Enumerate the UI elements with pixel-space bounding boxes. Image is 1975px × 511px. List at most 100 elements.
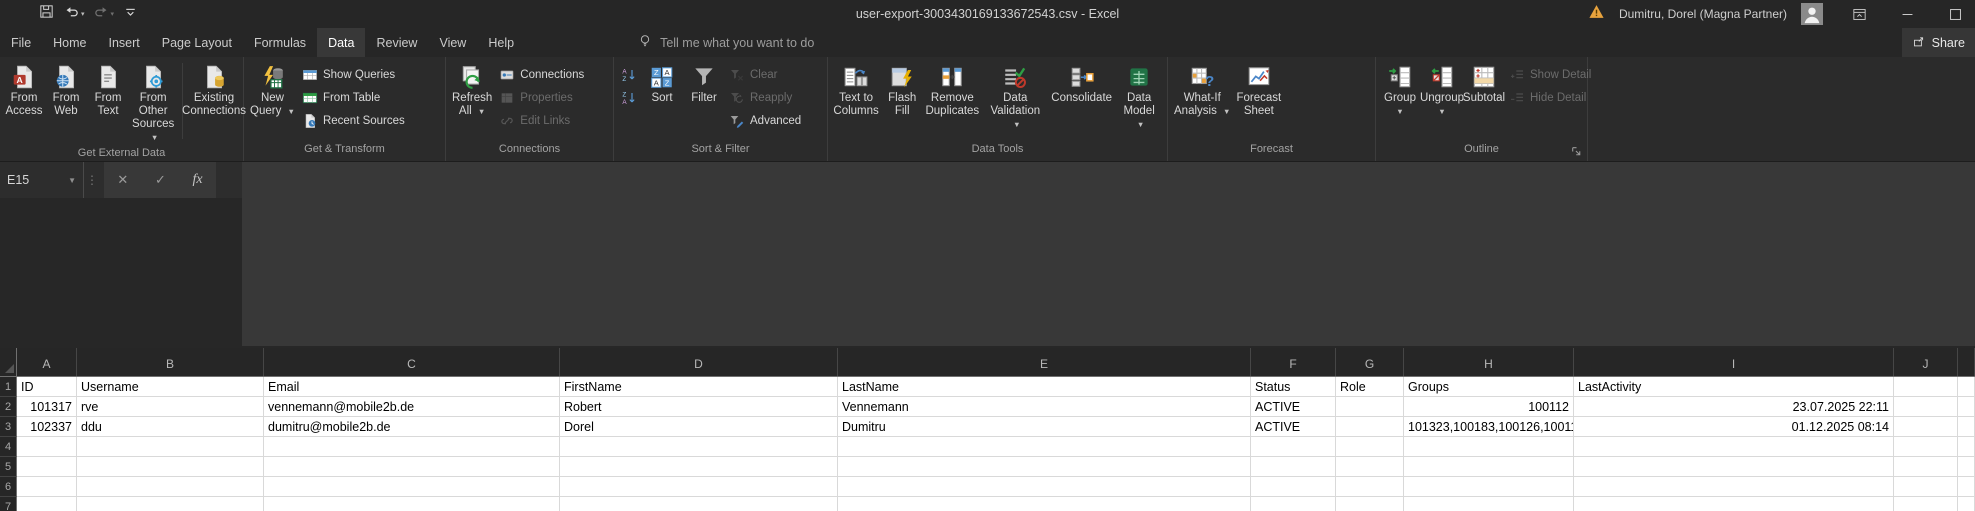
cell-B7[interactable] — [77, 497, 264, 511]
tab-review[interactable]: Review — [365, 28, 428, 57]
cell-C2[interactable]: vennemann@mobile2b.de — [264, 397, 560, 417]
connections-button[interactable]: Connections — [495, 63, 588, 86]
subtotal-button[interactable]: Subtotal — [1463, 61, 1505, 106]
cell-D2[interactable]: Robert — [560, 397, 838, 417]
cell-C6[interactable] — [264, 477, 560, 497]
cell-F2[interactable]: ACTIVE — [1251, 397, 1336, 417]
cell-H6[interactable] — [1404, 477, 1574, 497]
from-other-sources-button[interactable]: From OtherSources ▼ — [129, 61, 177, 145]
cell-K2[interactable] — [1958, 397, 1975, 417]
minimize-button[interactable] — [1895, 3, 1919, 25]
text-to-columns-button[interactable]: Text toColumns — [831, 61, 881, 119]
customize-quick-access-toolbar-button[interactable] — [120, 3, 141, 25]
cell-D5[interactable] — [560, 457, 838, 477]
data-model-button[interactable]: DataModel ▼ — [1114, 61, 1164, 132]
cell-K5[interactable] — [1958, 457, 1975, 477]
cell-E6[interactable] — [838, 477, 1251, 497]
cell-J7[interactable] — [1894, 497, 1958, 511]
cell-K3[interactable] — [1958, 417, 1975, 437]
tab-help[interactable]: Help — [477, 28, 525, 57]
cell-C3[interactable]: dumitru@mobile2b.de — [264, 417, 560, 437]
cell-J6[interactable] — [1894, 477, 1958, 497]
group-button[interactable]: Group▼ — [1379, 61, 1421, 119]
column-header-C[interactable]: C — [264, 348, 560, 376]
cell-C1[interactable]: Email — [264, 377, 560, 397]
column-header-F[interactable]: F — [1251, 348, 1336, 376]
data-validation-button[interactable]: DataValidation ▼ — [981, 61, 1049, 132]
cell-D3[interactable]: Dorel — [560, 417, 838, 437]
cell-A7[interactable] — [17, 497, 77, 511]
column-header-partial[interactable] — [1958, 348, 1975, 376]
recent-sources-button[interactable]: Recent Sources — [298, 109, 409, 132]
cell-J5[interactable] — [1894, 457, 1958, 477]
cell-A3[interactable]: 102337 — [17, 417, 77, 437]
insert-function-icon[interactable]: fx — [193, 172, 203, 188]
cell-H5[interactable] — [1404, 457, 1574, 477]
advanced-button[interactable]: Advanced — [725, 109, 805, 132]
cell-K6[interactable] — [1958, 477, 1975, 497]
row-header-6[interactable]: 6 — [0, 477, 17, 497]
sort-descending-button[interactable]: ZA — [617, 86, 641, 109]
undo-dropdown-caret[interactable]: ▾ — [81, 10, 85, 18]
from-text-button[interactable]: FromText — [87, 61, 129, 119]
cell-B1[interactable]: Username — [77, 377, 264, 397]
row-header-2[interactable]: 2 — [0, 397, 17, 417]
cell-I4[interactable] — [1574, 437, 1894, 457]
column-header-I[interactable]: I — [1574, 348, 1894, 376]
dialog-launcher-icon[interactable] — [1570, 145, 1583, 158]
cell-H2[interactable]: 100112 — [1404, 397, 1574, 417]
refresh-all-button[interactable]: RefreshAll ▼ — [449, 61, 495, 119]
cell-I6[interactable] — [1574, 477, 1894, 497]
user-name[interactable]: Dumitru, Dorel (Magna Partner) — [1619, 7, 1787, 21]
cell-G4[interactable] — [1336, 437, 1404, 457]
remove-duplicates-button[interactable]: RemoveDuplicates — [923, 61, 981, 119]
cell-B4[interactable] — [77, 437, 264, 457]
column-header-B[interactable]: B — [77, 348, 264, 376]
cell-E4[interactable] — [838, 437, 1251, 457]
cell-D1[interactable]: FirstName — [560, 377, 838, 397]
cell-C7[interactable] — [264, 497, 560, 511]
cell-K1[interactable] — [1958, 377, 1975, 397]
cell-A2[interactable]: 101317 — [17, 397, 77, 417]
cell-A1[interactable]: ID — [17, 377, 77, 397]
cell-G1[interactable]: Role — [1336, 377, 1404, 397]
avatar[interactable] — [1801, 3, 1823, 25]
flash-fill-button[interactable]: FlashFill — [881, 61, 923, 119]
tab-home[interactable]: Home — [42, 28, 97, 57]
cell-B5[interactable] — [77, 457, 264, 477]
from-access-button[interactable]: AFromAccess — [3, 61, 45, 119]
cell-K7[interactable] — [1958, 497, 1975, 511]
tab-formulas[interactable]: Formulas — [243, 28, 317, 57]
tell-me-box[interactable]: Tell me what you want to do — [637, 28, 814, 57]
what-if-analysis-button[interactable]: ?What-IfAnalysis ▼ — [1171, 61, 1233, 119]
cell-C4[interactable] — [264, 437, 560, 457]
cell-J4[interactable] — [1894, 437, 1958, 457]
tab-view[interactable]: View — [428, 28, 477, 57]
cell-D7[interactable] — [560, 497, 838, 511]
cell-F3[interactable]: ACTIVE — [1251, 417, 1336, 437]
name-box-dropdown-icon[interactable]: ▼ — [68, 176, 76, 185]
cell-K4[interactable] — [1958, 437, 1975, 457]
cell-B3[interactable]: ddu — [77, 417, 264, 437]
cell-J3[interactable] — [1894, 417, 1958, 437]
cell-G6[interactable] — [1336, 477, 1404, 497]
cell-E5[interactable] — [838, 457, 1251, 477]
cell-G2[interactable] — [1336, 397, 1404, 417]
cell-G7[interactable] — [1336, 497, 1404, 511]
tab-data[interactable]: Data — [317, 28, 365, 57]
column-header-E[interactable]: E — [838, 348, 1251, 376]
name-box[interactable]: E15 ▼ — [0, 162, 84, 198]
cell-I2[interactable]: 23.07.2025 22:11 — [1574, 397, 1894, 417]
undo-button[interactable]: ▾ — [61, 3, 87, 25]
row-header-4[interactable]: 4 — [0, 437, 17, 457]
cell-B6[interactable] — [77, 477, 264, 497]
cell-I7[interactable] — [1574, 497, 1894, 511]
sort-ascending-button[interactable]: AZ — [617, 63, 641, 86]
cell-E3[interactable]: Dumitru — [838, 417, 1251, 437]
row-header-5[interactable]: 5 — [0, 457, 17, 477]
cell-D4[interactable] — [560, 437, 838, 457]
cell-G5[interactable] — [1336, 457, 1404, 477]
tab-page-layout[interactable]: Page Layout — [151, 28, 243, 57]
sort-button[interactable]: ZAAZSort — [641, 61, 683, 106]
cell-E7[interactable] — [838, 497, 1251, 511]
